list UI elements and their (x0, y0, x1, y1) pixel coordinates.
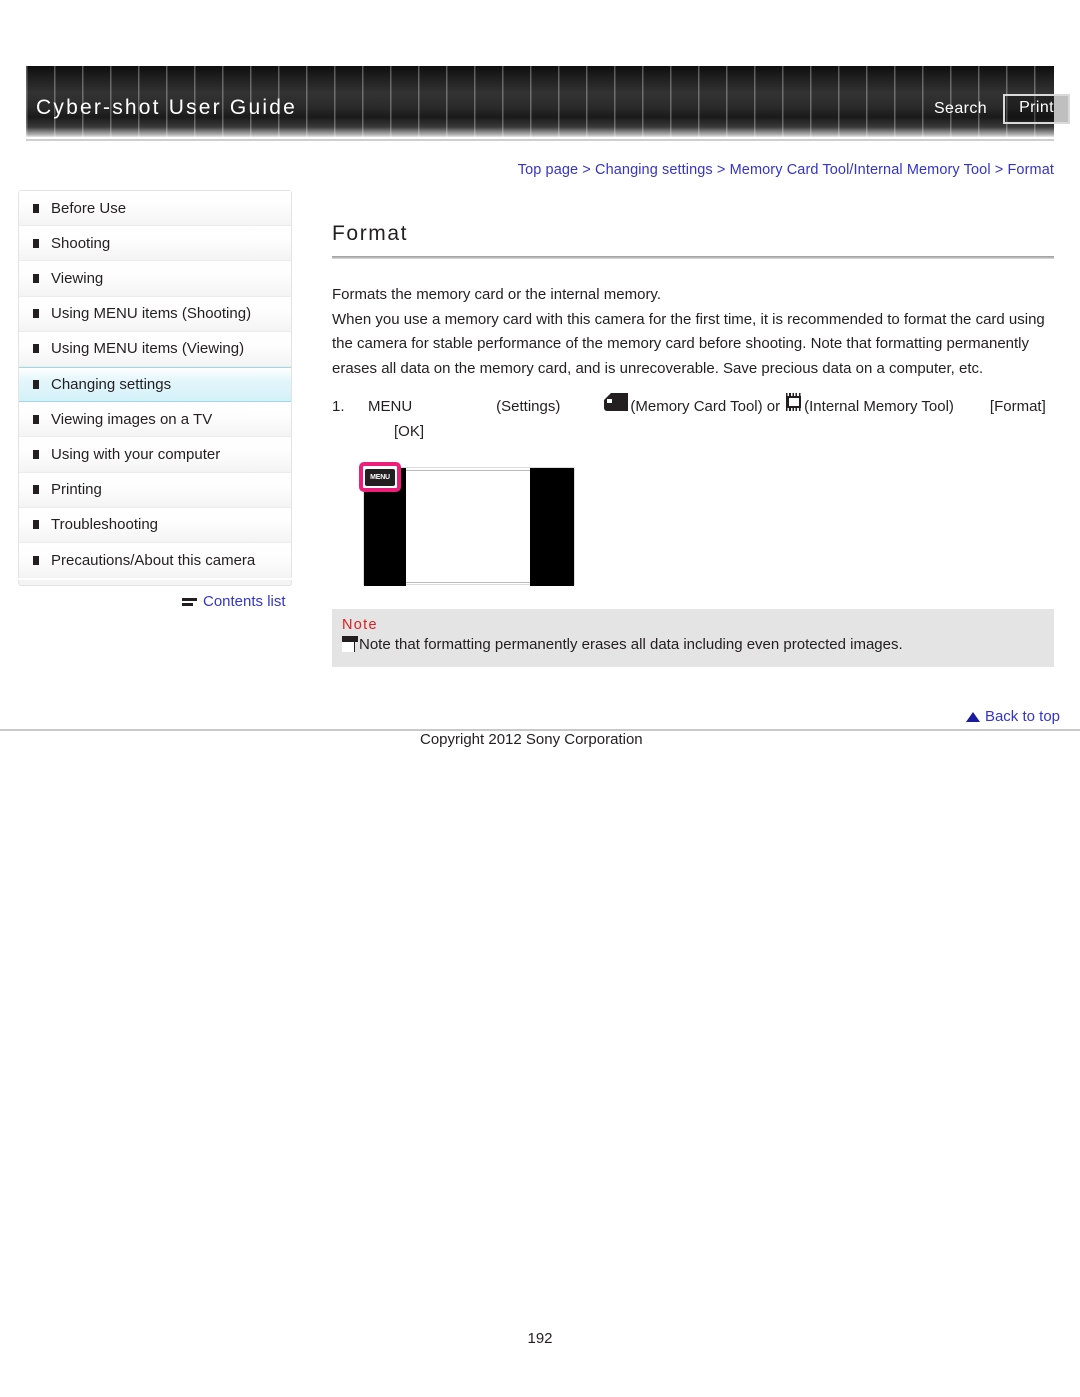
sidebar-item-label: Using with your computer (51, 445, 221, 463)
bullet-icon (33, 309, 39, 319)
internal-memory-chip-icon (785, 393, 802, 411)
page-title: Format (332, 222, 409, 245)
search-button[interactable]: Search (934, 100, 987, 118)
sidebar-item-label: Using MENU items (Viewing) (51, 340, 245, 358)
memory-card-icon (604, 393, 629, 411)
contents-list-label: Contents list (203, 593, 286, 610)
description-block: Formats the memory card or the internal … (332, 283, 1054, 381)
sidebar-item-label: Changing settings (51, 376, 172, 394)
sidebar-bottom-cap (18, 580, 292, 586)
sidebar-item-viewing-images-on-a-tv[interactable]: Viewing images on a TV (19, 402, 291, 438)
header-actions: Search Print (934, 94, 1070, 124)
screen-right-bar (530, 468, 574, 586)
note-title: Note (342, 617, 378, 633)
bullet-icon (33, 203, 39, 213)
sidebar-item-label: Printing (51, 481, 102, 499)
sidebar-item-label: Before Use (51, 199, 127, 217)
bullet-icon (33, 520, 39, 530)
step-1-ok-label: [OK] (394, 423, 425, 440)
sidebar-nav: Before Use Shooting Viewing Using MENU i… (18, 190, 292, 579)
note-bullet-icon (342, 636, 358, 652)
note-box: Note Note that formatting permanently er… (332, 609, 1054, 667)
sidebar-item-before-use[interactable]: Before Use (19, 191, 291, 227)
menu-button-highlight: MENU (359, 462, 401, 492)
title-divider (332, 256, 1054, 259)
copyright-text: Copyright 2012 Sony Corporation (420, 731, 643, 748)
contents-list-link[interactable]: Contents list (182, 593, 286, 610)
sidebar-item-using-menu-items-viewing[interactable]: Using MENU items (Viewing) (19, 331, 291, 367)
step-number: 1. (332, 398, 345, 415)
triangle-up-icon (965, 711, 980, 722)
bullet-icon (33, 414, 39, 424)
sidebar-item-label: Viewing (51, 269, 104, 287)
list-icon (182, 596, 197, 607)
bullet-icon (33, 344, 39, 354)
page-number: 192 (527, 1330, 553, 1347)
sidebar-item-shooting[interactable]: Shooting (19, 226, 291, 262)
back-to-top-label: Back to top (984, 708, 1060, 725)
sidebar-item-label: Viewing images on a TV (51, 410, 213, 428)
header-banner-underline (26, 139, 1054, 141)
sidebar-item-using-with-your-computer[interactable]: Using with your computer (19, 437, 291, 473)
description-paragraph-2: When you use a memory card with this cam… (332, 310, 1045, 377)
sidebar-item-printing[interactable]: Printing (19, 472, 291, 508)
breadcrumb[interactable]: Top page > Changing settings > Memory Ca… (518, 162, 1054, 178)
sidebar-item-precautions-about-this-camera[interactable]: Precautions/About this camera (19, 542, 291, 579)
step-menu-label: MENU (368, 398, 413, 415)
step-internal-memory-label: (Internal Memory Tool) (804, 398, 954, 415)
menu-button-icon: MENU (365, 468, 395, 486)
app-title: Cyber-shot User Guide (36, 96, 297, 119)
bullet-icon (33, 555, 39, 565)
bullet-icon (33, 485, 39, 495)
note-text: Note that formatting permanently erases … (359, 636, 903, 653)
sidebar-item-label: Shooting (51, 234, 111, 252)
bullet-icon (33, 449, 39, 459)
sidebar-item-label: Troubleshooting (51, 516, 159, 534)
bullet-icon (33, 238, 39, 248)
note-body: Note that formatting permanently erases … (342, 635, 1042, 655)
sidebar-item-using-menu-items-shooting[interactable]: Using MENU items (Shooting) (19, 296, 291, 332)
sidebar-item-label: Precautions/About this camera (51, 551, 256, 569)
procedure-steps: 1. MENU (Settings) (Memory Card Tool) or… (332, 393, 1054, 444)
screen-center-area (406, 470, 532, 583)
back-to-top-link[interactable]: Back to top (965, 708, 1060, 725)
main-content: Format Formats the memory card or the in… (332, 222, 1054, 444)
step-settings-label: (Settings) (496, 398, 561, 415)
sidebar-item-label: Using MENU items (Shooting) (51, 305, 252, 323)
sidebar-item-changing-settings[interactable]: Changing settings (19, 366, 291, 403)
step-format-label: [Format] (989, 398, 1046, 415)
print-button[interactable]: Print (1003, 94, 1070, 124)
bullet-icon (33, 380, 39, 390)
camera-screen-illustration: MENU (359, 462, 575, 586)
description-paragraph-1: Formats the memory card or the internal … (332, 286, 661, 303)
step-memory-card-label: (Memory Card Tool) or (630, 398, 781, 415)
sidebar-item-troubleshooting[interactable]: Troubleshooting (19, 507, 291, 543)
step-1-line: 1. MENU (Settings) (Memory Card Tool) or… (332, 393, 1054, 419)
sidebar-item-viewing[interactable]: Viewing (19, 261, 291, 297)
bullet-icon (33, 273, 39, 283)
